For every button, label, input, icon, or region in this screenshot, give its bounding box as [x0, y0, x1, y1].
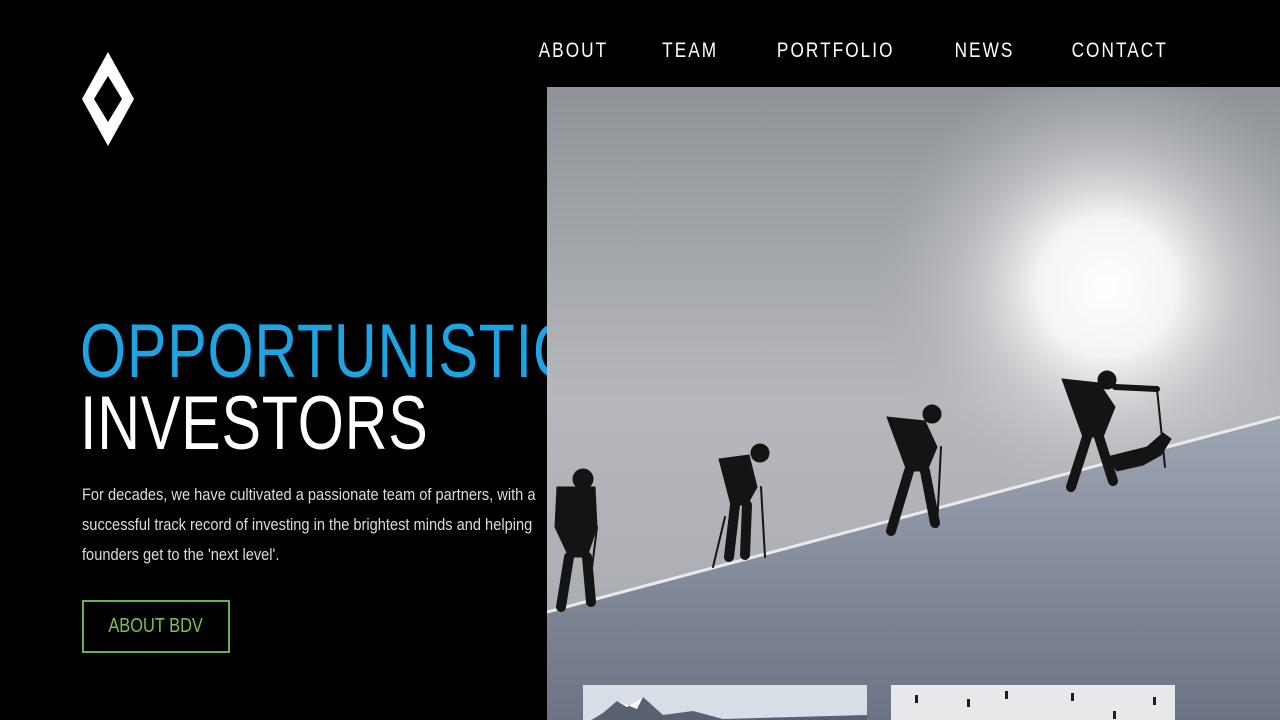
main-nav: ABOUT TEAM PORTFOLIO NEWS CONTACT	[531, 36, 1178, 66]
nav-link-portfolio[interactable]: PORTFOLIO	[777, 36, 895, 66]
nav-link-news[interactable]: NEWS	[954, 36, 1014, 66]
nav-link-team[interactable]: TEAM	[662, 36, 718, 66]
hero-photo-mountaineers	[547, 87, 1280, 720]
thumbnail-mountain[interactable]	[583, 685, 867, 720]
diamond-logo-icon[interactable]	[82, 52, 134, 146]
thumbnail-skiers[interactable]	[891, 685, 1175, 720]
about-bdv-button-label: ABOUT BDV	[108, 615, 204, 637]
hero-intro-text: For decades, we have cultivated a passio…	[82, 485, 536, 564]
hero-headline: OPPORTUNISTIC INVESTORS	[80, 309, 577, 466]
nav-item-news: NEWS	[948, 36, 1021, 66]
about-bdv-button[interactable]: ABOUT BDV	[82, 600, 230, 653]
headline-line-1: OPPORTUNISTIC	[80, 309, 577, 394]
nav-item-portfolio: PORTFOLIO	[764, 36, 907, 66]
nav-link-about[interactable]: ABOUT	[539, 36, 609, 66]
page: ABOUT TEAM PORTFOLIO NEWS CONTACT OPPORT…	[0, 0, 1280, 720]
headline-line-2: INVESTORS	[80, 381, 429, 466]
nav-item-about: ABOUT	[531, 36, 616, 66]
nav-link-contact[interactable]: CONTACT	[1071, 36, 1167, 66]
nav-item-team: TEAM	[656, 36, 724, 66]
nav-item-contact: CONTACT	[1061, 36, 1178, 66]
